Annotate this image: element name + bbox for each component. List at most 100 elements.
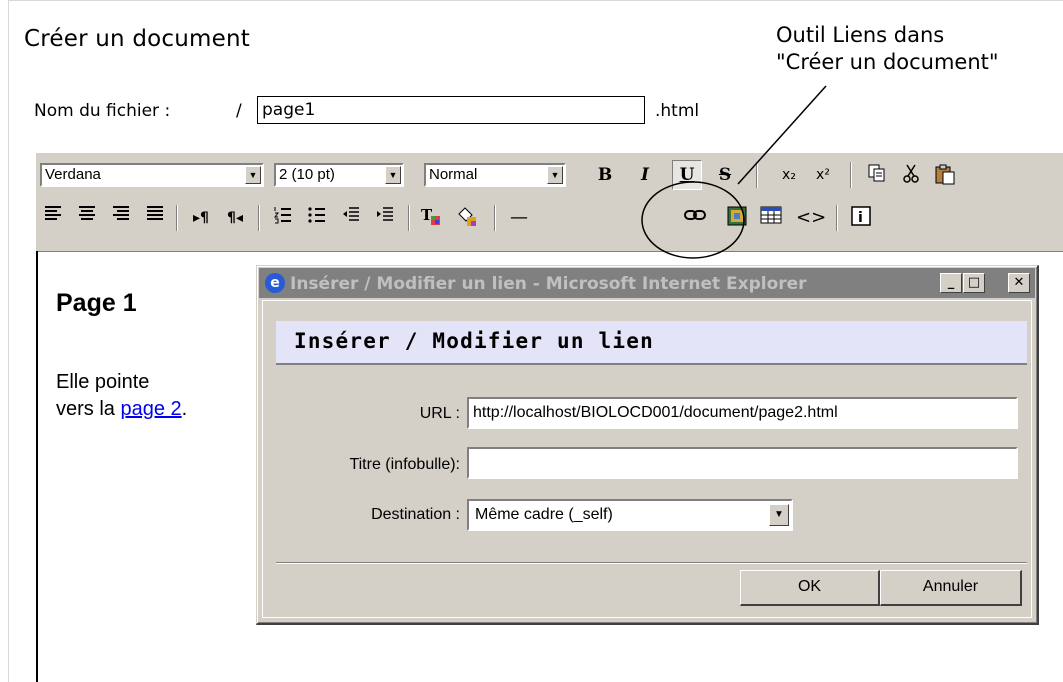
page-title: Créer un document bbox=[24, 26, 250, 52]
align-center-icon bbox=[79, 206, 95, 220]
indent-icon bbox=[377, 207, 393, 221]
toolbar-separator bbox=[756, 162, 758, 188]
toolbar-separator bbox=[494, 205, 496, 231]
justify-icon bbox=[147, 206, 163, 220]
filename-slash: / bbox=[236, 101, 242, 121]
dialog-window-title: Insérer / Modifier un lien - Microsoft I… bbox=[290, 274, 807, 294]
align-left-button[interactable] bbox=[40, 205, 66, 231]
italic-button[interactable]: I bbox=[632, 162, 658, 188]
document-line: vers la page 2. bbox=[56, 396, 187, 423]
size-select-value: 2 (10 pt) bbox=[279, 166, 335, 183]
bullet-list-button[interactable] bbox=[304, 205, 330, 231]
toolbar-separator bbox=[258, 205, 260, 231]
callout-text: Outil Liens dans "Créer un document" bbox=[776, 23, 999, 74]
filename-label: Nom du fichier : bbox=[34, 101, 171, 121]
ltr-icon: ▸¶ bbox=[193, 210, 209, 226]
maximize-button[interactable]: □ bbox=[963, 273, 985, 293]
outdent-button[interactable] bbox=[338, 205, 364, 231]
text-color-icon: T bbox=[421, 206, 440, 225]
title-label: Titre (infobulle): bbox=[349, 456, 460, 473]
background-color-button[interactable] bbox=[454, 205, 480, 231]
filename-input[interactable] bbox=[257, 96, 645, 124]
destination-label: Destination : bbox=[371, 506, 460, 523]
html-source-button[interactable]: <> bbox=[796, 205, 826, 231]
superscript-button[interactable]: x² bbox=[810, 162, 836, 188]
chevron-down-icon: ▼ bbox=[385, 166, 401, 184]
editor-border bbox=[36, 251, 1063, 252]
bullet-list-icon bbox=[308, 207, 325, 223]
title-input[interactable] bbox=[467, 447, 1018, 479]
close-button[interactable]: ✕ bbox=[1008, 273, 1030, 293]
url-input[interactable] bbox=[467, 397, 1018, 429]
rtl-icon: ¶◂ bbox=[227, 210, 243, 226]
copy-icon bbox=[868, 164, 885, 182]
page-frame-left bbox=[8, 0, 9, 682]
document-paragraph: Elle pointe vers la page 2. bbox=[56, 369, 187, 423]
cut-button[interactable] bbox=[898, 162, 924, 188]
minimize-button[interactable]: _ bbox=[940, 273, 962, 293]
info-icon: i bbox=[851, 206, 871, 226]
url-label: URL : bbox=[419, 405, 460, 422]
destination-select[interactable]: Même cadre (_self) ▼ bbox=[467, 499, 793, 531]
horizontal-rule-icon: — bbox=[510, 207, 528, 228]
ordered-list-button[interactable] bbox=[270, 205, 296, 231]
style-select[interactable]: Normal ▼ bbox=[424, 163, 566, 187]
chevron-down-icon: ▼ bbox=[245, 166, 261, 184]
insert-image-button[interactable] bbox=[724, 205, 750, 231]
font-select-value: Verdana bbox=[45, 166, 101, 183]
document-line: Elle pointe bbox=[56, 371, 150, 393]
close-icon: ✕ bbox=[1013, 275, 1025, 290]
text-color-button[interactable]: T bbox=[418, 205, 444, 231]
info-button[interactable]: i bbox=[848, 205, 874, 231]
font-select[interactable]: Verdana ▼ bbox=[40, 163, 264, 187]
maximize-icon: □ bbox=[967, 275, 981, 290]
insert-table-button[interactable] bbox=[758, 205, 784, 231]
page-frame-top bbox=[8, 0, 1063, 1]
strikethrough-button[interactable]: S bbox=[712, 162, 738, 188]
justify-button[interactable] bbox=[142, 205, 168, 231]
copy-button[interactable] bbox=[864, 162, 890, 188]
paint-bucket-icon bbox=[458, 207, 476, 226]
internet-explorer-icon: e bbox=[265, 273, 285, 293]
ltr-button[interactable]: ▸¶ bbox=[188, 205, 214, 231]
bold-button[interactable]: B bbox=[592, 162, 618, 188]
link-chain-icon bbox=[684, 210, 706, 220]
svg-text:i: i bbox=[858, 210, 863, 226]
indent-button[interactable] bbox=[372, 205, 398, 231]
underline-button[interactable]: U bbox=[672, 160, 702, 190]
align-right-icon bbox=[113, 206, 129, 220]
ordered-list-icon bbox=[274, 207, 291, 224]
style-select-value: Normal bbox=[429, 166, 478, 183]
size-select[interactable]: 2 (10 pt) ▼ bbox=[274, 163, 404, 187]
page2-link[interactable]: page 2 bbox=[120, 398, 181, 420]
code-icon: <> bbox=[796, 207, 827, 228]
horizontal-rule-button[interactable]: — bbox=[506, 205, 532, 231]
document-heading: Page 1 bbox=[56, 289, 137, 317]
ok-button[interactable]: OK bbox=[740, 570, 880, 606]
toolbar-separator bbox=[836, 205, 838, 231]
align-left-icon bbox=[45, 206, 61, 220]
document-text: . bbox=[181, 398, 188, 420]
align-right-button[interactable] bbox=[108, 205, 134, 231]
toolbar-separator bbox=[850, 162, 852, 188]
table-icon bbox=[760, 206, 782, 224]
toolbar-separator bbox=[408, 205, 410, 231]
rtl-button[interactable]: ¶◂ bbox=[222, 205, 248, 231]
cancel-button[interactable]: Annuler bbox=[880, 570, 1022, 606]
outdent-icon bbox=[343, 207, 359, 221]
destination-value: Même cadre (_self) bbox=[475, 506, 613, 523]
dialog-divider bbox=[276, 562, 1027, 564]
paste-button[interactable] bbox=[932, 162, 958, 188]
subscript-button[interactable]: x₂ bbox=[776, 162, 802, 188]
link-button[interactable] bbox=[682, 205, 708, 231]
chevron-down-icon: ▼ bbox=[769, 504, 789, 526]
filename-extension: .html bbox=[655, 101, 700, 121]
editor-toolbar: Verdana ▼ 2 (10 pt) ▼ Normal ▼ B I U S x… bbox=[36, 153, 1063, 251]
minimize-icon: _ bbox=[947, 275, 955, 290]
document-text: vers la bbox=[56, 398, 121, 420]
align-center-button[interactable] bbox=[74, 205, 100, 231]
editor-border bbox=[36, 251, 38, 682]
dialog-heading: Insérer / Modifier un lien bbox=[294, 329, 654, 353]
scissors-icon bbox=[903, 164, 919, 183]
toolbar-separator bbox=[176, 205, 178, 231]
